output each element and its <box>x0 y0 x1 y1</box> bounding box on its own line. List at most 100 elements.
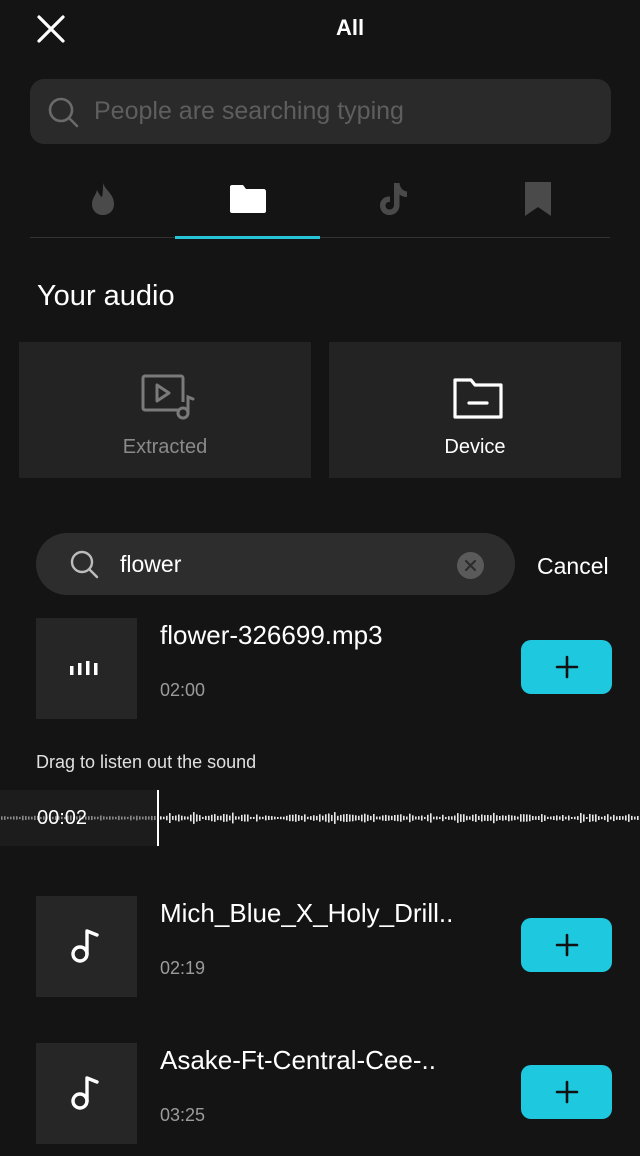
flame-icon <box>92 183 114 215</box>
waveform-bar <box>457 813 459 823</box>
search-bar <box>30 79 611 144</box>
waveform-bar <box>289 814 291 822</box>
waveform-bar <box>394 815 396 821</box>
add-track-button[interactable] <box>521 918 612 972</box>
waveform-bar <box>166 815 168 821</box>
plus-icon <box>555 655 579 679</box>
waveform-bar <box>145 816 147 820</box>
extracted-card[interactable]: Extracted <box>19 342 311 478</box>
cancel-button[interactable]: Cancel <box>537 553 609 580</box>
waveform-bar <box>412 815 414 821</box>
waveform-scrubber[interactable]: 00:02 <box>0 790 640 846</box>
waveform-bar <box>301 815 303 821</box>
waveform-bar <box>106 816 108 820</box>
tab-tiktok[interactable] <box>320 166 465 238</box>
waveform-bar <box>397 814 399 822</box>
waveform-bar <box>337 815 339 821</box>
waveform-bar <box>523 814 525 822</box>
track-duration: 02:00 <box>160 680 206 700</box>
waveform-bar <box>109 816 111 820</box>
search-icon <box>70 550 99 579</box>
waveform-bar <box>514 815 516 821</box>
device-card[interactable]: Device <box>329 342 621 478</box>
waveform-bar <box>7 816 9 820</box>
waveform-bar <box>259 816 261 820</box>
waveform-bar <box>4 816 6 820</box>
tab-files[interactable] <box>175 166 320 239</box>
add-track-button[interactable] <box>521 1065 612 1119</box>
waveform-bar <box>376 816 378 820</box>
waveform-bar <box>1 816 3 820</box>
bookmark-icon <box>525 182 551 216</box>
waveform-bar <box>121 816 123 820</box>
waveform-bar <box>505 815 507 821</box>
waveform-bar <box>136 815 138 821</box>
waveform-bar <box>622 816 624 820</box>
waveform-bar <box>343 814 345 822</box>
waveform-bar <box>262 816 264 820</box>
playhead[interactable] <box>157 790 159 846</box>
waveform-bar <box>115 816 117 820</box>
track-item[interactable]: Asake-Ft-Central-Cee-.. 03:25 <box>0 1043 640 1145</box>
waveform-bar <box>100 815 102 821</box>
waveform-bar <box>355 815 357 821</box>
tab-saved[interactable] <box>465 166 610 238</box>
waveform-bar <box>604 815 606 821</box>
waveform-bar <box>133 816 135 820</box>
tab-trending[interactable] <box>30 166 175 238</box>
waveform-bar <box>379 816 381 820</box>
waveform-bar <box>511 815 513 821</box>
waveform-bar <box>151 815 153 821</box>
waveform-bar <box>400 814 402 822</box>
track-item[interactable]: flower-326699.mp3 02:00 <box>0 618 640 720</box>
waveform-bar <box>346 814 348 822</box>
section-title: Your audio <box>37 280 175 312</box>
waveform-bar <box>208 815 210 821</box>
waveform-bar <box>181 815 183 821</box>
waveform-bar <box>304 814 306 822</box>
waveform-bar <box>595 814 597 822</box>
waveform-bar <box>241 814 243 822</box>
waveform-bar <box>247 814 249 822</box>
waveform-bar <box>94 816 96 820</box>
add-track-button[interactable] <box>521 640 612 694</box>
waveform-bar <box>91 816 93 820</box>
waveform-bar <box>88 816 90 820</box>
waveform-bar <box>16 816 18 820</box>
waveform-bar <box>538 815 540 820</box>
waveform-bar <box>373 814 375 822</box>
waveform-bar <box>130 815 132 821</box>
waveform-bar <box>10 816 12 820</box>
waveform-bar <box>292 814 294 822</box>
waveform-bar <box>568 815 570 821</box>
waveform-bar <box>484 815 486 821</box>
video-music-icon <box>141 374 195 420</box>
waveform-bar <box>325 814 327 822</box>
clear-search-button[interactable] <box>457 552 484 579</box>
waveform-bar <box>565 816 567 820</box>
waveform-bar <box>403 815 405 821</box>
waveform-bar <box>283 816 285 820</box>
waveform-bar <box>574 816 576 820</box>
waveform-bar <box>364 813 366 823</box>
waveform-bar <box>532 816 534 821</box>
search-input[interactable] <box>94 79 594 144</box>
waveform-bar <box>550 816 552 820</box>
plus-icon <box>555 1080 579 1104</box>
audio-picker-screen: All Your a <box>0 0 640 1156</box>
tiktok-icon <box>380 183 407 215</box>
waveform-bar <box>148 816 150 820</box>
header: All <box>0 0 640 60</box>
waveform-bar <box>235 816 237 820</box>
waveform-bar <box>556 815 558 821</box>
waveform-bar <box>409 813 411 823</box>
waveform-bar <box>592 814 594 822</box>
waveform-bar <box>232 812 234 824</box>
waveform-bar <box>367 814 369 822</box>
track-item[interactable]: Mich_Blue_X_Holy_Drill.. 02:19 <box>0 896 640 998</box>
waveform-bar <box>628 814 630 822</box>
audio-search-input[interactable] <box>120 533 450 595</box>
waveform-bar <box>322 815 324 821</box>
waveform-bar <box>388 815 390 821</box>
waveform-bar <box>598 816 600 820</box>
